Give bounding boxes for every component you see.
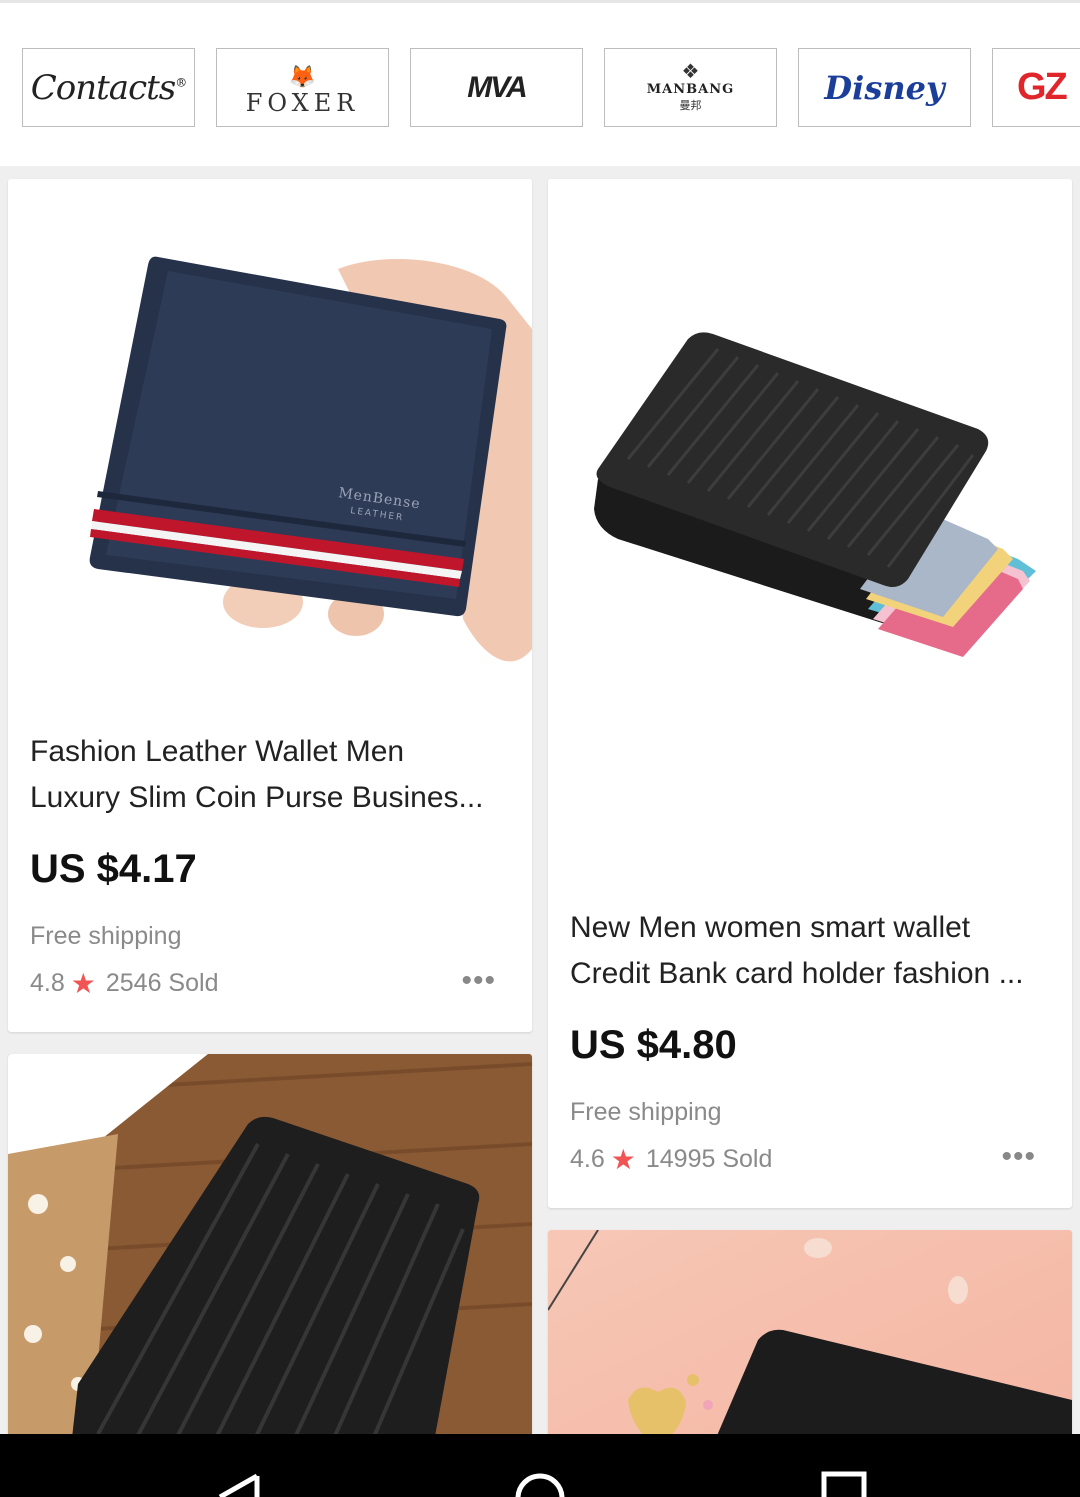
brand-manbang[interactable]: ❖ MANBANG 曼邦 <box>604 48 777 127</box>
rating-value: 4.6 <box>570 1145 605 1173</box>
product-title-line: Luxury Slim Coin Purse Busines... <box>30 781 484 814</box>
product-title[interactable]: Fashion Leather Wallet Men Luxury Slim C… <box>30 729 510 821</box>
brand-mva[interactable]: MVA <box>410 48 583 127</box>
product-card[interactable]: New Men women smart wallet Credit Bank c… <box>548 179 1072 1208</box>
product-price: US $4.80 <box>570 1023 737 1067</box>
back-triangle-icon[interactable] <box>212 1470 262 1497</box>
shipping-label: Free shipping <box>570 1098 722 1126</box>
brand-mva-logo: MVA <box>467 70 527 104</box>
brand-gz-logo: GZ <box>1017 66 1068 108</box>
product-feed-page: Contacts® 🦊 FOXER MVA ❖ MANBANG 曼邦 Disne… <box>0 0 1080 1497</box>
product-image[interactable] <box>8 1054 532 1474</box>
rating-row: 4.8 ★ 2546 Sold <box>30 967 218 1000</box>
brand-disney-logo: Disney <box>824 68 945 107</box>
star-icon: ★ <box>610 1144 636 1175</box>
product-title-line: Fashion Leather Wallet Men <box>30 735 405 768</box>
fox-icon: 🦊 <box>288 63 317 89</box>
rating-row: 4.6 ★ 14995 Sold <box>570 1143 772 1176</box>
recents-square-icon[interactable] <box>820 1470 868 1497</box>
system-nav-bar <box>0 1434 1080 1497</box>
home-circle-icon[interactable] <box>514 1470 566 1497</box>
product-title-line: New Men women smart wallet <box>570 911 971 944</box>
star-icon: ★ <box>70 968 96 999</box>
brand-manbang-sub: 曼邦 <box>679 100 702 112</box>
product-price: US $4.17 <box>30 847 197 891</box>
rating-value: 4.8 <box>30 969 65 997</box>
product-title-line: Credit Bank card holder fashion ... <box>570 957 1024 990</box>
brand-contacts-logo: Contacts® <box>30 67 187 108</box>
sold-count: 14995 Sold <box>645 1145 773 1173</box>
brand-foxer-logo: FOXER <box>245 88 360 117</box>
sold-count: 2546 Sold <box>105 969 219 997</box>
product-title[interactable]: New Men women smart wallet Credit Bank c… <box>570 905 1050 997</box>
shipping-label: Free shipping <box>30 922 182 950</box>
product-card[interactable]: MenBense LEATHER Fashion Leather Wallet … <box>8 179 532 1032</box>
brand-contacts[interactable]: Contacts® <box>22 48 195 127</box>
brand-foxer[interactable]: 🦊 FOXER <box>216 48 389 127</box>
brand-strip: Contacts® 🦊 FOXER MVA ❖ MANBANG 曼邦 Disne… <box>0 0 1080 166</box>
brand-manbang-logo: MANBANG <box>646 82 735 97</box>
product-image[interactable]: MenBense LEATHER <box>8 179 532 719</box>
knot-icon: ❖ <box>681 61 700 83</box>
product-card[interactable] <box>8 1054 532 1474</box>
more-dots-icon[interactable]: ••• <box>1001 1142 1036 1172</box>
brand-gz[interactable]: GZ <box>992 48 1080 127</box>
brand-disney[interactable]: Disney <box>798 48 971 127</box>
product-image[interactable] <box>548 179 1072 891</box>
more-dots-icon[interactable]: ••• <box>461 966 496 996</box>
